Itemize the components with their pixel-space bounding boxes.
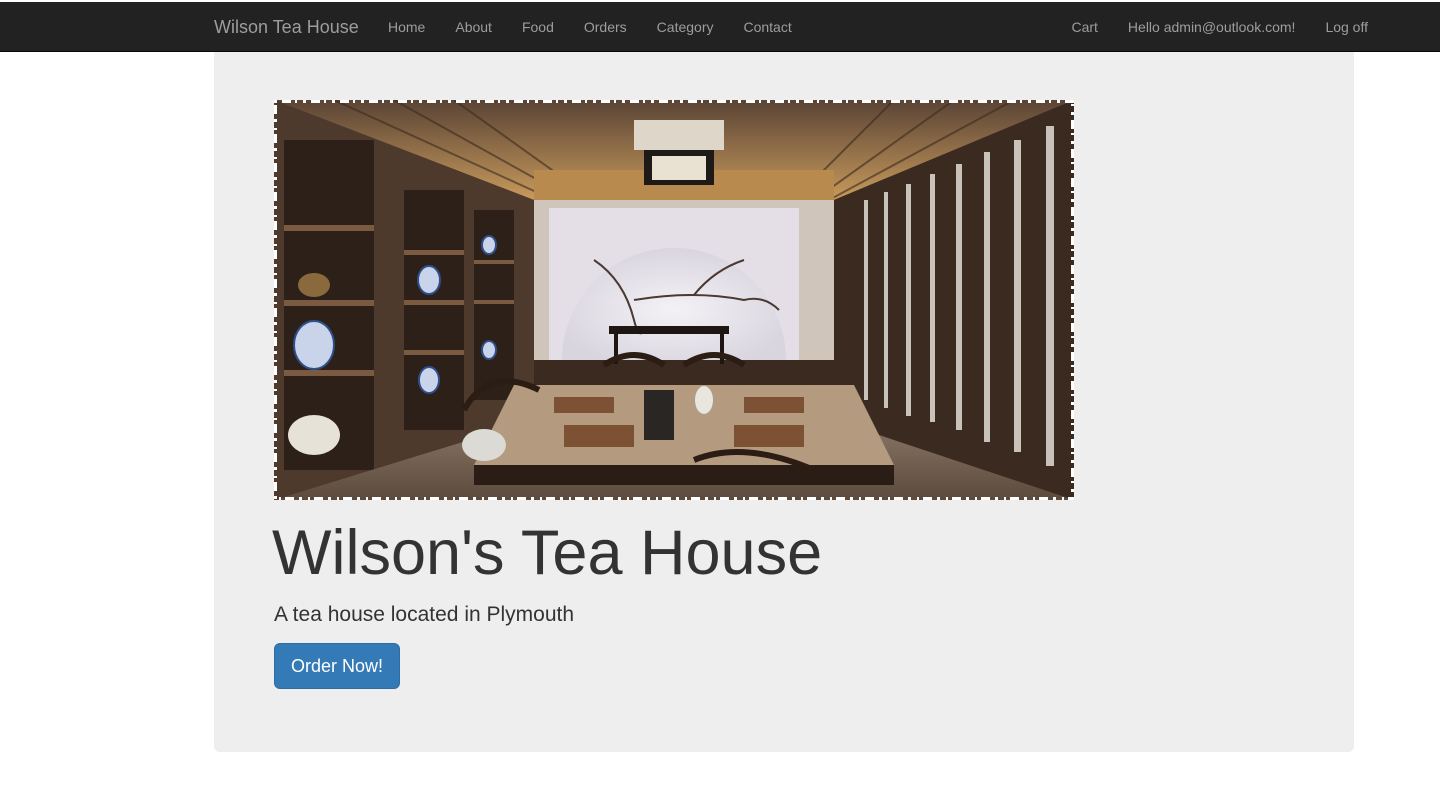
jumbotron: Wilson's Tea House A tea house located i… — [214, 52, 1354, 752]
nav-food[interactable]: Food — [507, 2, 569, 52]
order-now-button[interactable]: Order Now! — [274, 643, 401, 689]
nav-log-off[interactable]: Log off — [1310, 2, 1383, 52]
brand-link[interactable]: Wilson Tea House — [214, 2, 359, 52]
nav-user-greeting[interactable]: Hello admin@outlook.com! — [1113, 2, 1311, 52]
nav-home[interactable]: Home — [373, 2, 440, 52]
tagline: A tea house located in Plymouth — [274, 603, 575, 626]
nav-cart[interactable]: Cart — [1056, 2, 1112, 52]
nav-right: Cart Hello admin@outlook.com! Log off — [1056, 2, 1383, 52]
nav-contact[interactable]: Contact — [728, 2, 806, 52]
tea-room-photo — [274, 100, 1074, 500]
nav-about[interactable]: About — [440, 2, 507, 52]
nav-category[interactable]: Category — [642, 2, 729, 52]
nav-left: Home About Food Orders Category Contact — [373, 2, 807, 52]
navbar: Wilson Tea House Home About Food Orders … — [0, 2, 1440, 52]
page-title: Wilson's Tea House — [272, 518, 823, 588]
nav-orders[interactable]: Orders — [569, 2, 642, 52]
